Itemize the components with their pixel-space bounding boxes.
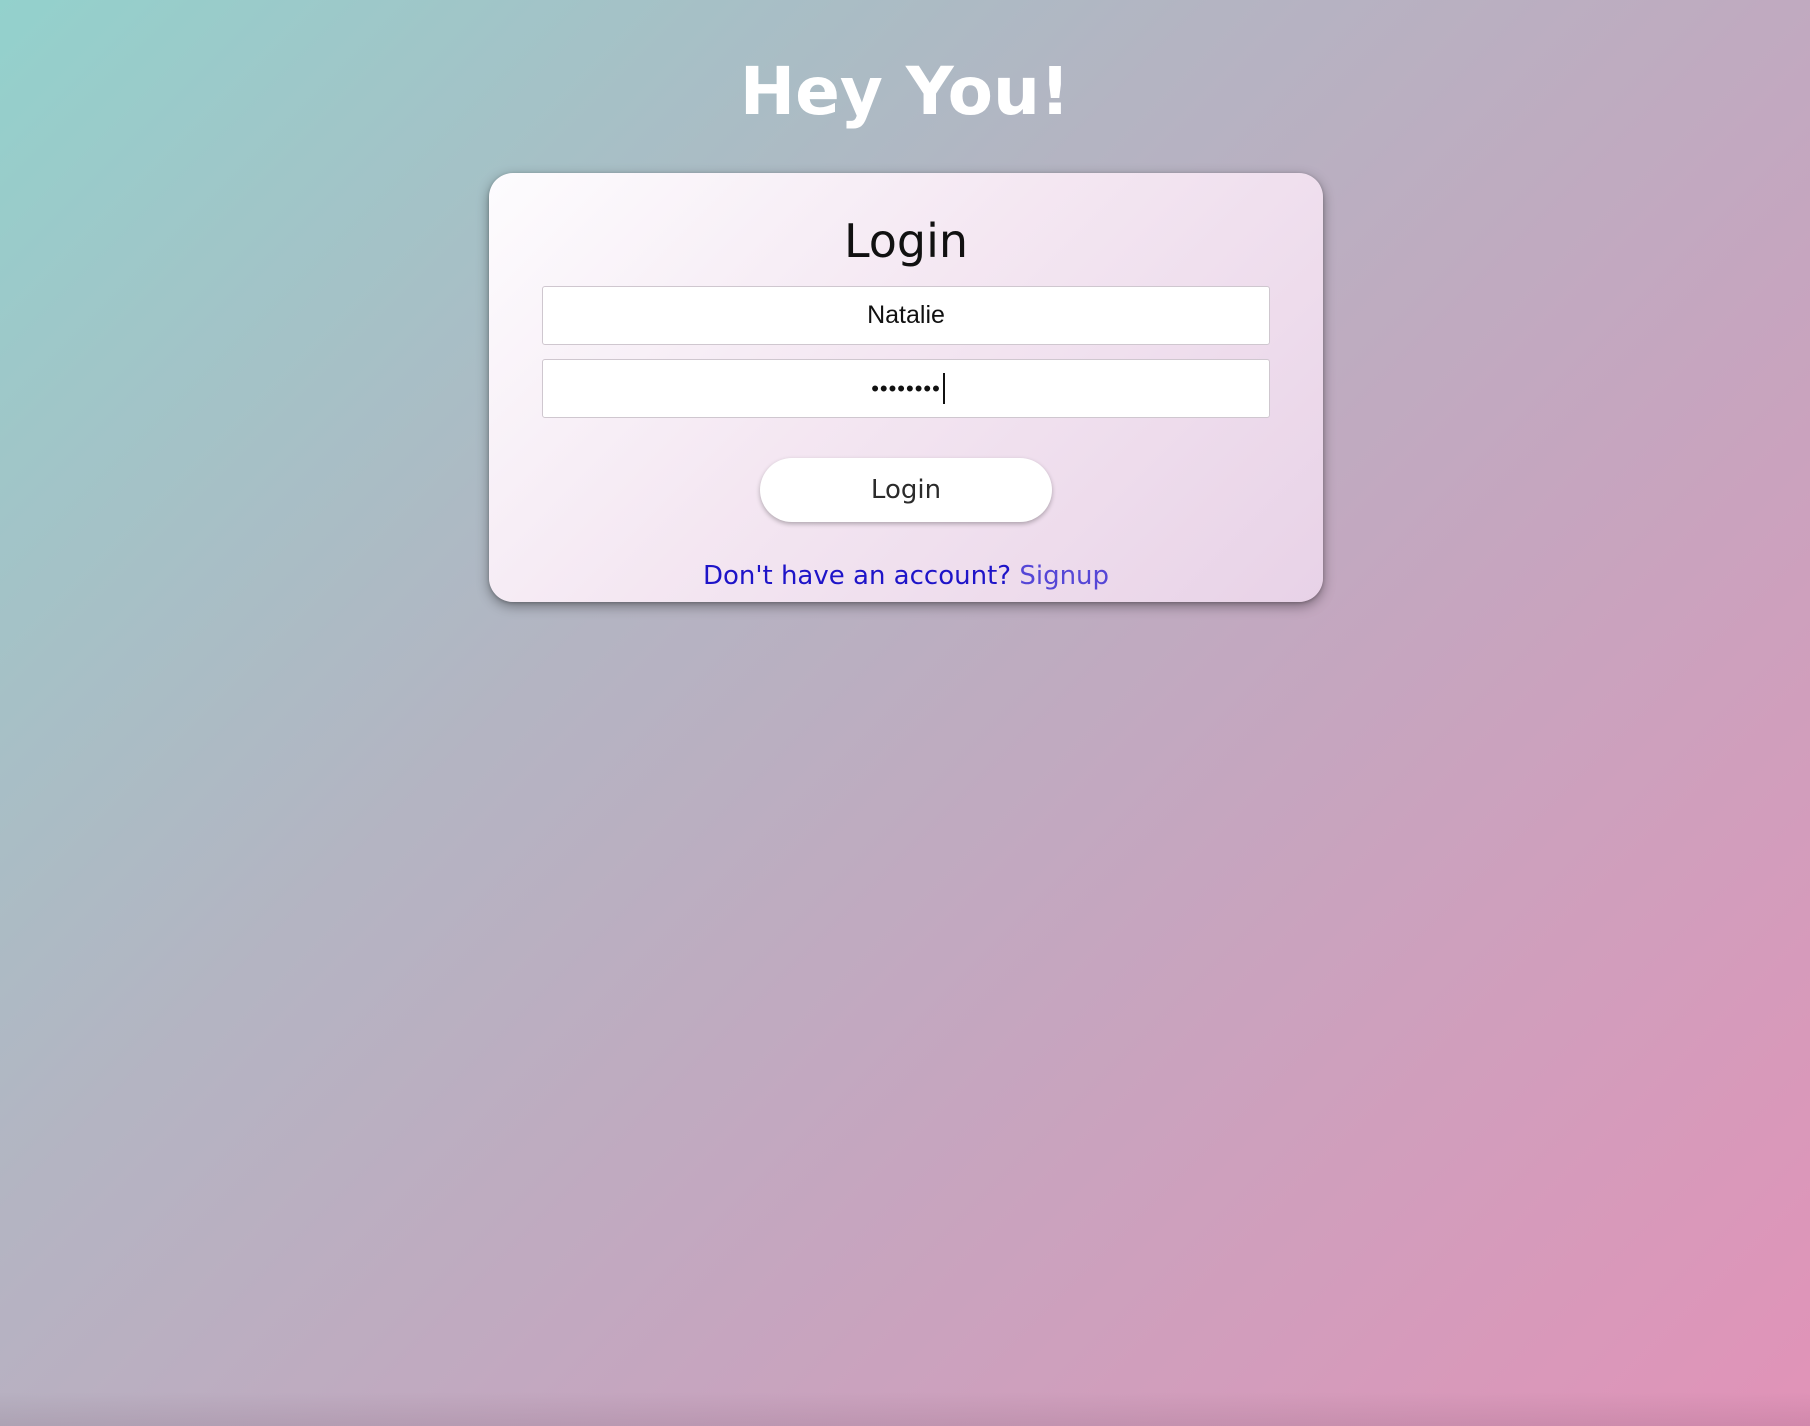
password-input[interactable] bbox=[542, 359, 1270, 418]
login-card: Login Login Don't have an account? Signu… bbox=[489, 173, 1323, 602]
text-cursor bbox=[943, 373, 945, 404]
login-button[interactable]: Login bbox=[760, 458, 1052, 522]
username-input[interactable] bbox=[542, 286, 1270, 345]
login-heading: Login bbox=[843, 214, 969, 268]
signup-prompt: Don't have an account? bbox=[702, 561, 1012, 591]
page-title: Hey You! bbox=[739, 53, 1071, 130]
bottom-shade bbox=[0, 1392, 1810, 1426]
signup-row: Don't have an account? Signup bbox=[489, 559, 1323, 593]
signup-link[interactable]: Signup bbox=[1019, 561, 1109, 591]
